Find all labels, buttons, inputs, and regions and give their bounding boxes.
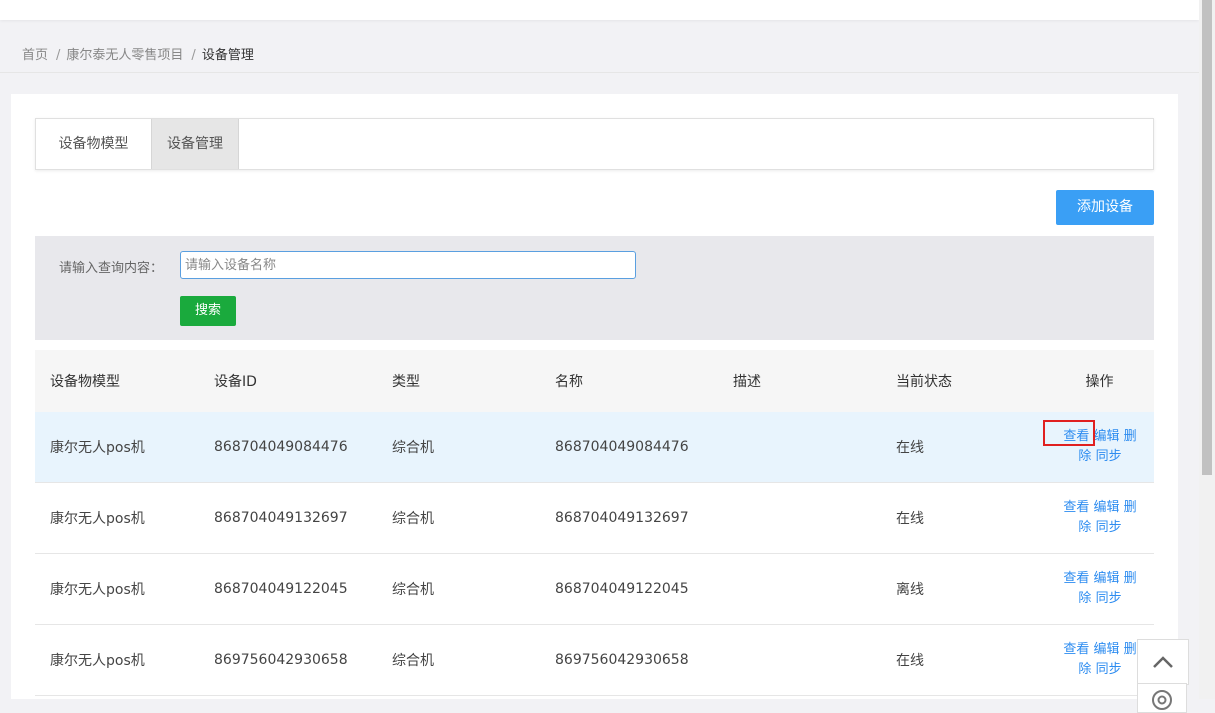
device-table: 设备物模型 设备ID 类型 名称 描述 当前状态 操作 康尔无人pos机 868… (35, 350, 1154, 696)
view-link[interactable]: 查看 (1063, 642, 1089, 657)
header-model: 设备物模型 (50, 374, 120, 390)
edit-link[interactable]: 编辑 (1093, 642, 1119, 657)
cell-name: 868704049084476 (555, 439, 689, 455)
cell-model: 康尔无人pos机 (50, 653, 145, 669)
chevron-up-icon (1153, 656, 1173, 668)
edit-link[interactable]: 编辑 (1093, 571, 1119, 586)
cell-type: 综合机 (392, 511, 434, 527)
cell-name: 868704049132697 (555, 510, 689, 526)
scrollbar-thumb[interactable] (1202, 0, 1212, 475)
cell-type: 综合机 (392, 582, 434, 598)
tab-bar: 设备物模型 设备管理 (35, 118, 1154, 170)
search-input[interactable] (180, 251, 636, 279)
tab-device-management[interactable]: 设备管理 (151, 119, 239, 169)
header-status: 当前状态 (896, 374, 952, 390)
back-to-top-button[interactable] (1137, 639, 1189, 685)
location-button[interactable] (1137, 683, 1187, 713)
header-name: 名称 (555, 374, 583, 390)
cell-device-id: 868704049122045 (214, 581, 348, 597)
main-card: 设备物模型 设备管理 添加设备 请输入查询内容： 搜索 设备物模型 设备ID 类… (11, 94, 1178, 699)
header-actions: 操作 (1085, 374, 1114, 390)
cell-status: 在线 (896, 440, 924, 456)
sync-link[interactable]: 同步 (1096, 591, 1122, 606)
table-row: 康尔无人pos机 868704049084476 综合机 86870404908… (35, 412, 1154, 483)
row-actions: 查看 编辑 删除 同步 (1045, 483, 1154, 553)
cell-type: 综合机 (392, 440, 434, 456)
edit-link[interactable]: 编辑 (1093, 500, 1119, 515)
cell-device-id: 869756042930658 (214, 652, 348, 668)
breadcrumb-home[interactable]: 首页 (22, 48, 48, 63)
header-divider (0, 72, 1199, 73)
cell-model: 康尔无人pos机 (50, 582, 145, 598)
breadcrumb-current: 设备管理 (201, 48, 254, 63)
header-type: 类型 (392, 374, 420, 390)
breadcrumb-separator: / (56, 48, 61, 63)
search-panel: 请输入查询内容： 搜索 (35, 236, 1154, 340)
cell-model: 康尔无人pos机 (50, 511, 145, 527)
cell-device-id: 868704049084476 (214, 439, 348, 455)
tab-device-model[interactable]: 设备物模型 (36, 119, 151, 169)
row-actions: 查看 编辑 删除 同步 (1045, 412, 1154, 482)
cell-name: 868704049122045 (555, 581, 689, 597)
page-scrollbar[interactable] (1199, 0, 1215, 699)
location-icon (1152, 690, 1172, 710)
cell-status: 在线 (896, 511, 924, 527)
table-row: 康尔无人pos机 868704049132697 综合机 86870404913… (35, 483, 1154, 554)
cell-model: 康尔无人pos机 (50, 440, 145, 456)
header-device-id: 设备ID (214, 374, 257, 390)
view-link[interactable]: 查看 (1063, 429, 1089, 444)
breadcrumb-separator: / (191, 48, 196, 63)
edit-link[interactable]: 编辑 (1093, 429, 1119, 444)
breadcrumb: 首页 / 康尔泰无人零售项目 / 设备管理 (22, 44, 254, 63)
view-link[interactable]: 查看 (1063, 500, 1089, 515)
top-header-bar (0, 0, 1199, 20)
cell-device-id: 868704049132697 (214, 510, 348, 526)
cell-status: 离线 (896, 582, 924, 598)
row-actions: 查看 编辑 删除 同步 (1045, 554, 1154, 624)
add-device-button[interactable]: 添加设备 (1056, 190, 1154, 225)
sync-link[interactable]: 同步 (1096, 449, 1122, 464)
table-row: 康尔无人pos机 868704049122045 综合机 86870404912… (35, 554, 1154, 625)
cell-type: 综合机 (392, 653, 434, 669)
table-row: 康尔无人pos机 869756042930658 综合机 86975604293… (35, 625, 1154, 696)
table-header: 设备物模型 设备ID 类型 名称 描述 当前状态 操作 (35, 350, 1154, 412)
view-link[interactable]: 查看 (1063, 571, 1089, 586)
breadcrumb-project[interactable]: 康尔泰无人零售项目 (66, 48, 183, 63)
cell-name: 869756042930658 (555, 652, 689, 668)
header-description: 描述 (733, 374, 761, 390)
search-label: 请输入查询内容： (59, 261, 164, 276)
cell-status: 在线 (896, 653, 924, 669)
sync-link[interactable]: 同步 (1096, 662, 1122, 677)
search-button[interactable]: 搜索 (180, 296, 236, 326)
sync-link[interactable]: 同步 (1096, 520, 1122, 535)
